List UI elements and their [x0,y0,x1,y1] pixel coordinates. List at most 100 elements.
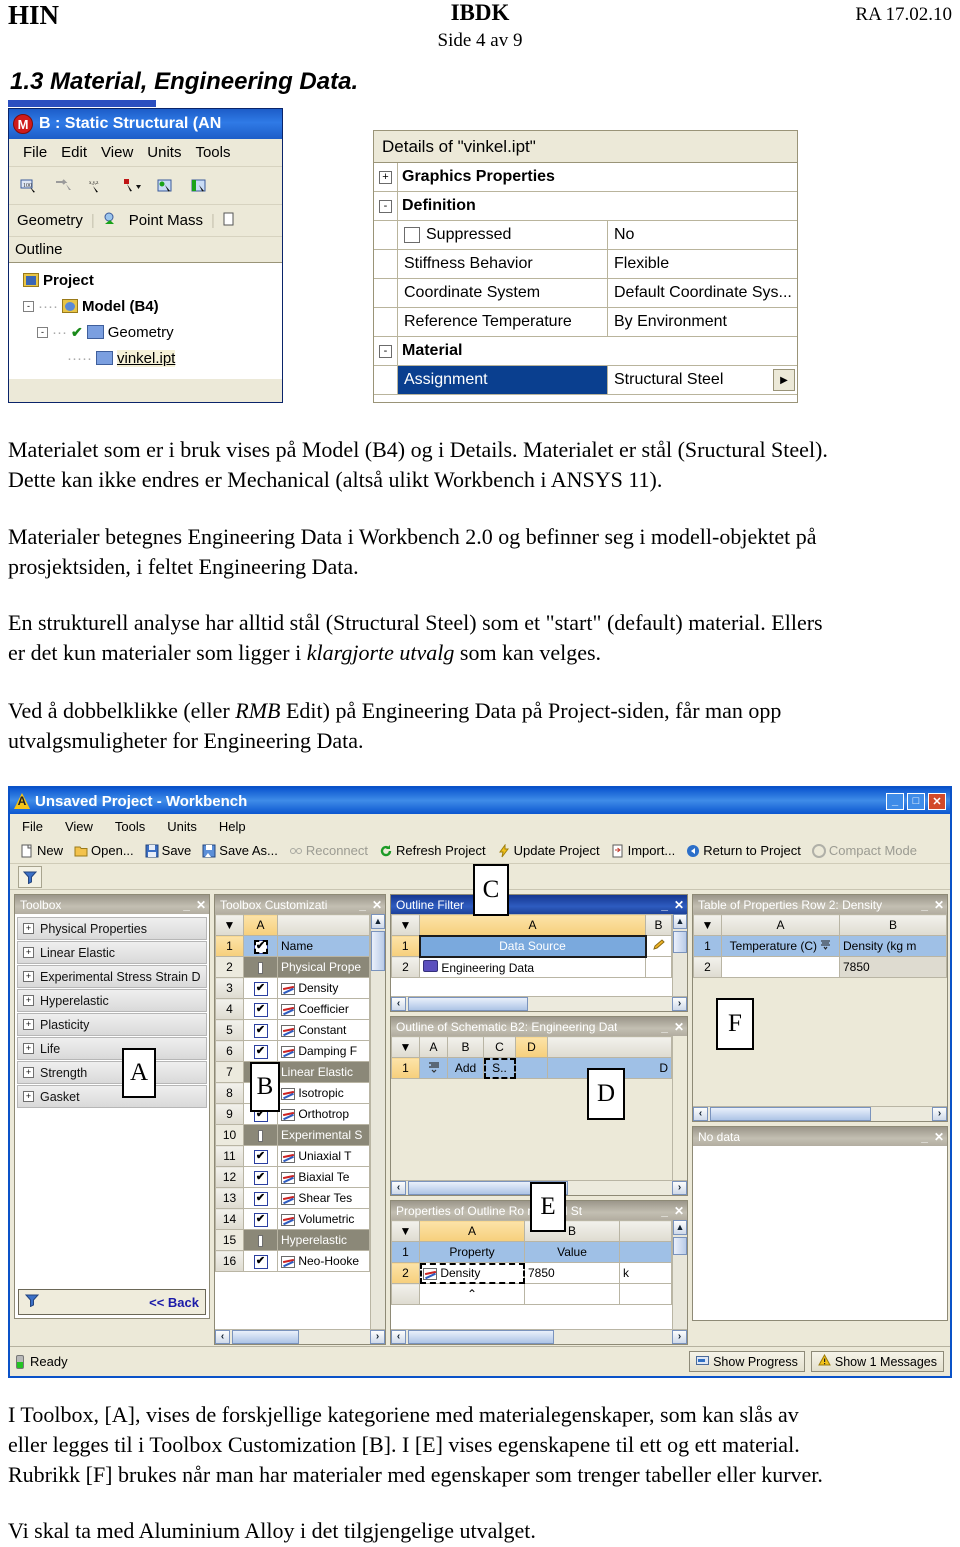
expand-icon[interactable]: + [23,1091,34,1102]
expand-icon[interactable]: + [23,923,34,934]
close-icon[interactable]: ✕ [674,1204,684,1218]
row-checkbox-cell[interactable]: ✔ [243,1250,278,1272]
expand-icon[interactable]: + [23,1067,34,1078]
checkbox-checked-icon[interactable]: ✔ [253,1192,268,1206]
scroll-track[interactable] [406,997,672,1011]
details-row-coordinate-system[interactable]: Coordinate System Default Coordinate Sys… [374,279,797,308]
column-header-d[interactable]: D [515,1036,548,1058]
row-number[interactable]: 14 [215,1208,244,1230]
scroll-right-arrow-icon[interactable]: › [932,1107,947,1121]
temperature-header-cell[interactable]: Temperature (C) [721,935,840,957]
table-group-row[interactable]: 15 - Hyperelastic [215,1229,370,1251]
minimize-icon[interactable]: _ [661,1204,668,1218]
toolbox-item-life[interactable]: + Life [17,1037,207,1060]
column-header-blank[interactable] [619,1220,672,1242]
more-toolbar-icon[interactable] [223,212,235,230]
table-row[interactable]: 2 Engineering Data [391,956,672,978]
table-group-row[interactable]: 7 - Linear Elastic [215,1061,370,1083]
toolbar-button-save[interactable]: Save [141,842,196,859]
menu-item-file[interactable]: File [23,144,47,161]
row-number[interactable]: 2 [215,956,244,978]
row-number[interactable]: 1 [693,935,722,957]
table-row[interactable]: 2 7850 [693,956,947,978]
properties-outline-grid[interactable]: ▼ A B 1 Property Value 2 Density 7850 k … [391,1220,672,1329]
toolbox-customization-grid[interactable]: ▼ A 1 ✔ Name 2 - Physical Prope 3 ✔ Dens… [215,914,370,1329]
row-checkbox-cell[interactable]: ✔ [243,1166,278,1188]
row-number[interactable]: 4 [215,998,244,1020]
checkbox-checked-icon[interactable]: ✔ [253,1150,268,1164]
details-row-reference-temperature[interactable]: Reference Temperature By Environment [374,308,797,337]
table-row[interactable]: 6 ✔ Damping F [215,1040,370,1062]
add-row-cell[interactable] [419,1057,448,1079]
row-number[interactable]: 15 [215,1229,244,1251]
table-row[interactable]: 3 ✔ Density [215,977,370,999]
scroll-right-arrow-icon[interactable]: › [672,1330,687,1344]
table-row[interactable]: 5 ✔ Constant [215,1019,370,1041]
column-header-blank[interactable] [277,914,370,936]
minimize-icon[interactable]: _ [921,898,928,912]
scrollbar-thumb[interactable] [673,1237,687,1255]
toolbox-item-linear-elastic[interactable]: + Linear Elastic [17,941,207,964]
customization-horizontal-scrollbar[interactable]: ‹ › [215,1329,385,1344]
column-header-blank[interactable] [547,1036,672,1058]
details-row-stiffness-behavior[interactable]: Stiffness Behavior Flexible [374,250,797,279]
details-value-reference-temperature[interactable]: By Environment [608,308,797,336]
details-value-suppressed[interactable]: No [608,221,797,249]
row-number[interactable]: 8 [215,1082,244,1104]
toolbar-button-return-to-project[interactable]: Return to Project [682,842,805,859]
assignment-dropdown-arrow-icon[interactable]: ▶ [773,369,795,391]
scroll-right-arrow-icon[interactable]: › [672,1181,687,1195]
collapse-icon[interactable]: - [258,962,263,974]
details-value-coordinate-system[interactable]: Default Coordinate Sys... [608,279,797,307]
show-messages-button[interactable]: Show 1 Messages [810,1351,944,1372]
scrollbar-thumb[interactable] [673,931,687,953]
row-number[interactable]: 16 [215,1250,244,1272]
pencil-cell[interactable] [645,935,672,957]
table-row[interactable]: 9 ✔ Orthotrop [215,1103,370,1125]
outline-schematic-grid[interactable]: ▼ A B C D 1 Add S.. D [391,1036,672,1180]
table-row[interactable]: 1 ✔ Name [215,935,370,957]
group-collapse-cell[interactable]: - [243,1229,278,1251]
expand-icon[interactable]: + [23,1043,34,1054]
panel-buttons[interactable]: _ ✕ [661,898,684,912]
row-number[interactable]: 2 [391,956,420,978]
wb-menu-item-units[interactable]: Units [167,819,197,834]
toolbar-button-new[interactable]: New [16,842,67,859]
tree-node-model[interactable]: - ···· Model (B4) [17,293,282,319]
density-value-cell[interactable]: 7850 [524,1262,620,1284]
panel-buttons[interactable]: _ ✕ [661,1020,684,1034]
row-number[interactable]: 9 [215,1103,244,1125]
tree-node-geometry[interactable]: - ··· ✔ Geometry [17,319,282,345]
minimize-icon[interactable]: _ [183,898,190,912]
row-checkbox-cell[interactable]: ✔ [243,998,278,1020]
row-number[interactable]: 10 [215,1124,244,1146]
tree-expander-geometry[interactable]: - [37,326,48,338]
menu-item-tools[interactable]: Tools [195,144,230,161]
face-select-icon[interactable] [189,176,211,196]
column-header-b[interactable]: B [839,914,947,936]
table-group-row[interactable]: 2 - Physical Prope [215,956,370,978]
density-header-cell[interactable]: Density (kg m [839,935,947,957]
minimize-icon[interactable]: _ [661,898,668,912]
scroll-up-arrow-icon[interactable]: ▲ [673,1220,687,1235]
expand-icon[interactable]: + [23,995,34,1006]
menu-item-view[interactable]: View [101,144,133,161]
details-row-assignment[interactable]: Assignment Structural Steel ▶ [374,366,797,395]
table-row[interactable]: 4 ✔ Coefficier [215,998,370,1020]
row-number[interactable]: 3 [215,977,244,999]
collapse-icon[interactable]: - [258,1235,263,1247]
toolbar-button-save-as[interactable]: Save As... [198,842,282,859]
empty-cell[interactable] [524,1283,620,1305]
scroll-track[interactable] [230,1330,370,1344]
tree-node-part[interactable]: ····· vinkel.ipt [17,345,282,371]
toolbox-item-hyperelastic[interactable]: + Hyperelastic [17,989,207,1012]
checkbox-checked-icon[interactable]: ✔ [253,1171,268,1185]
checkbox-checked-icon[interactable]: ✔ [253,940,268,954]
row-checkbox-cell[interactable]: ✔ [243,1019,278,1041]
toolbox-item-experimental-stress-strain[interactable]: + Experimental Stress Strain D [17,965,207,988]
group-collapse-cell[interactable]: - [243,1124,278,1146]
minimize-button[interactable]: _ [886,792,904,810]
row-number[interactable]: 13 [215,1187,244,1209]
material-expander[interactable]: - [374,337,398,365]
outline-filter-table[interactable]: ▼ A B 1 Data Source 2 Engineering Data [391,914,672,978]
